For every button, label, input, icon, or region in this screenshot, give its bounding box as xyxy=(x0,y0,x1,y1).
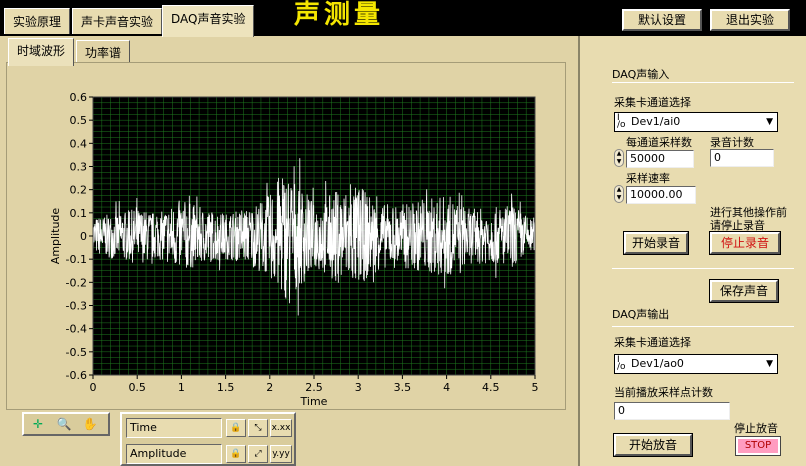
rate-input[interactable]: 10000.00 xyxy=(626,186,696,204)
scale-legend: Time 🔒 ⤡ x.xx Amplitude 🔒 ⤢ y.yy xyxy=(120,412,296,466)
y-tick-label: -0.4 xyxy=(66,323,87,336)
daq-control-panel: DAQ声输入 采集卡通道选择 I/o Dev1/ai0 ▼ 每通道采样数 ▲ ▼ … xyxy=(600,56,806,466)
graph-palette: ✛ 🔍 ✋ xyxy=(22,412,110,436)
tab-daq[interactable]: DAQ声音实验 xyxy=(162,5,255,37)
divider xyxy=(612,82,794,83)
record-count-label: 录音计数 xyxy=(710,136,754,149)
start-record-button[interactable]: 开始录音 xyxy=(624,232,688,254)
save-sound-button[interactable]: 保存声音 xyxy=(710,280,778,302)
play-count-display: 0 xyxy=(614,402,730,420)
zoom-icon[interactable]: 🔍 xyxy=(54,416,74,432)
cursor-crosshair-icon[interactable]: ✛ xyxy=(28,416,48,432)
stop-button[interactable]: STOP xyxy=(736,437,780,455)
x-tick-label: 5 xyxy=(532,381,539,394)
y-autoscale-icon[interactable]: ⤢ xyxy=(248,445,268,463)
stop-record-button[interactable]: 停止录音 xyxy=(710,232,780,254)
exit-button[interactable]: 退出实验 xyxy=(710,9,790,31)
y-tick-label: -0.2 xyxy=(66,276,87,289)
waveform-graph: -0.6 -0.5 -0.4 -0.3 -0.2 -0.1 0 0.1 0.2 0.3 0.4 0.5… xyxy=(6,62,566,410)
input-channel-select[interactable]: I/o Dev1/ai0 ▼ xyxy=(614,112,778,132)
x-tick-label: 2.5 xyxy=(305,381,323,394)
stop-play-label: 停止放音 xyxy=(734,422,778,435)
x-scale-lock-icon[interactable]: 🔒 xyxy=(226,419,246,437)
x-tick-label: 3 xyxy=(355,381,362,394)
rate-spinner[interactable]: ▲ ▼ xyxy=(614,185,624,203)
samples-label: 每通道采样数 xyxy=(626,136,692,149)
tab-soundcard[interactable]: 声卡声音实验 xyxy=(72,8,163,34)
io-channel-icon: I/o xyxy=(617,113,626,130)
x-tick-label: 1.5 xyxy=(217,381,235,394)
divider xyxy=(612,326,794,327)
y-tick-label: -0.5 xyxy=(66,346,87,359)
subtab-power-spectrum[interactable]: 功率谱 xyxy=(76,40,131,64)
y-tick-label: 0.5 xyxy=(70,114,88,127)
y-tick-label: 0.1 xyxy=(70,207,88,220)
x-tick-label: 1 xyxy=(178,381,185,394)
play-count-label: 当前播放采样点计数 xyxy=(614,386,713,399)
rate-label: 采样速率 xyxy=(626,172,670,185)
defaults-button[interactable]: 默认设置 xyxy=(622,9,702,31)
y-scale-name: Amplitude xyxy=(126,444,222,464)
input-channel-value: Dev1/ai0 xyxy=(631,115,681,128)
daq-input-title: DAQ声输入 xyxy=(612,68,670,81)
app-title: 声测量 xyxy=(294,0,385,30)
io-channel-icon: I/o xyxy=(617,355,626,372)
samples-input[interactable]: 50000 xyxy=(626,150,694,168)
x-tick-label: 0 xyxy=(90,381,97,394)
output-channel-label: 采集卡通道选择 xyxy=(614,336,691,349)
divider xyxy=(612,268,794,269)
x-tick-label: 4 xyxy=(443,381,450,394)
note-line-2: 请停止录音 xyxy=(710,219,765,232)
record-count-display: 0 xyxy=(710,149,774,167)
y-tick-label: -0.1 xyxy=(66,253,87,266)
play-sound-button[interactable]: 开始放音 xyxy=(614,434,692,456)
x-format-button[interactable]: x.xx xyxy=(270,419,292,437)
output-channel-select[interactable]: I/o Dev1/ao0 ▼ xyxy=(614,354,778,374)
y-tick-label: 0 xyxy=(80,230,87,243)
y-axis-title: Amplitude xyxy=(49,208,62,265)
y-tick-label: -0.3 xyxy=(66,300,87,313)
y-tick-label: 0.4 xyxy=(70,137,88,150)
x-tick-label: 0.5 xyxy=(128,381,146,394)
x-tick-label: 4.5 xyxy=(482,381,500,394)
input-channel-label: 采集卡通道选择 xyxy=(614,96,691,109)
y-format-button[interactable]: y.yy xyxy=(270,445,292,463)
y-tick-label: -0.6 xyxy=(66,369,87,382)
subtab-time-domain[interactable]: 时域波形 xyxy=(8,38,75,66)
y-tick-label: 0.3 xyxy=(70,161,88,174)
tab-principle[interactable]: 实验原理 xyxy=(4,8,71,34)
x-tick-label: 3.5 xyxy=(394,381,412,394)
x-autoscale-icon[interactable]: ⤡ xyxy=(248,419,268,437)
output-channel-value: Dev1/ao0 xyxy=(631,357,684,370)
y-tick-label: 0.2 xyxy=(70,184,88,197)
dropdown-arrow-icon: ▼ xyxy=(766,117,773,127)
daq-output-title: DAQ声输出 xyxy=(612,308,670,321)
x-tick-label: 2 xyxy=(266,381,273,394)
x-scale-name: Time xyxy=(126,418,222,438)
y-scale-lock-icon[interactable]: 🔒 xyxy=(226,445,246,463)
dropdown-arrow-icon: ▼ xyxy=(766,359,773,369)
x-axis-title: Time xyxy=(300,395,328,408)
waveform-chart: -0.6 -0.5 -0.4 -0.3 -0.2 -0.1 0 0.1 0.2 0.3 0.4 0.5… xyxy=(49,91,539,408)
samples-spinner[interactable]: ▲ ▼ xyxy=(614,149,624,167)
y-tick-label: 0.6 xyxy=(70,91,88,104)
pan-hand-icon[interactable]: ✋ xyxy=(80,416,100,432)
